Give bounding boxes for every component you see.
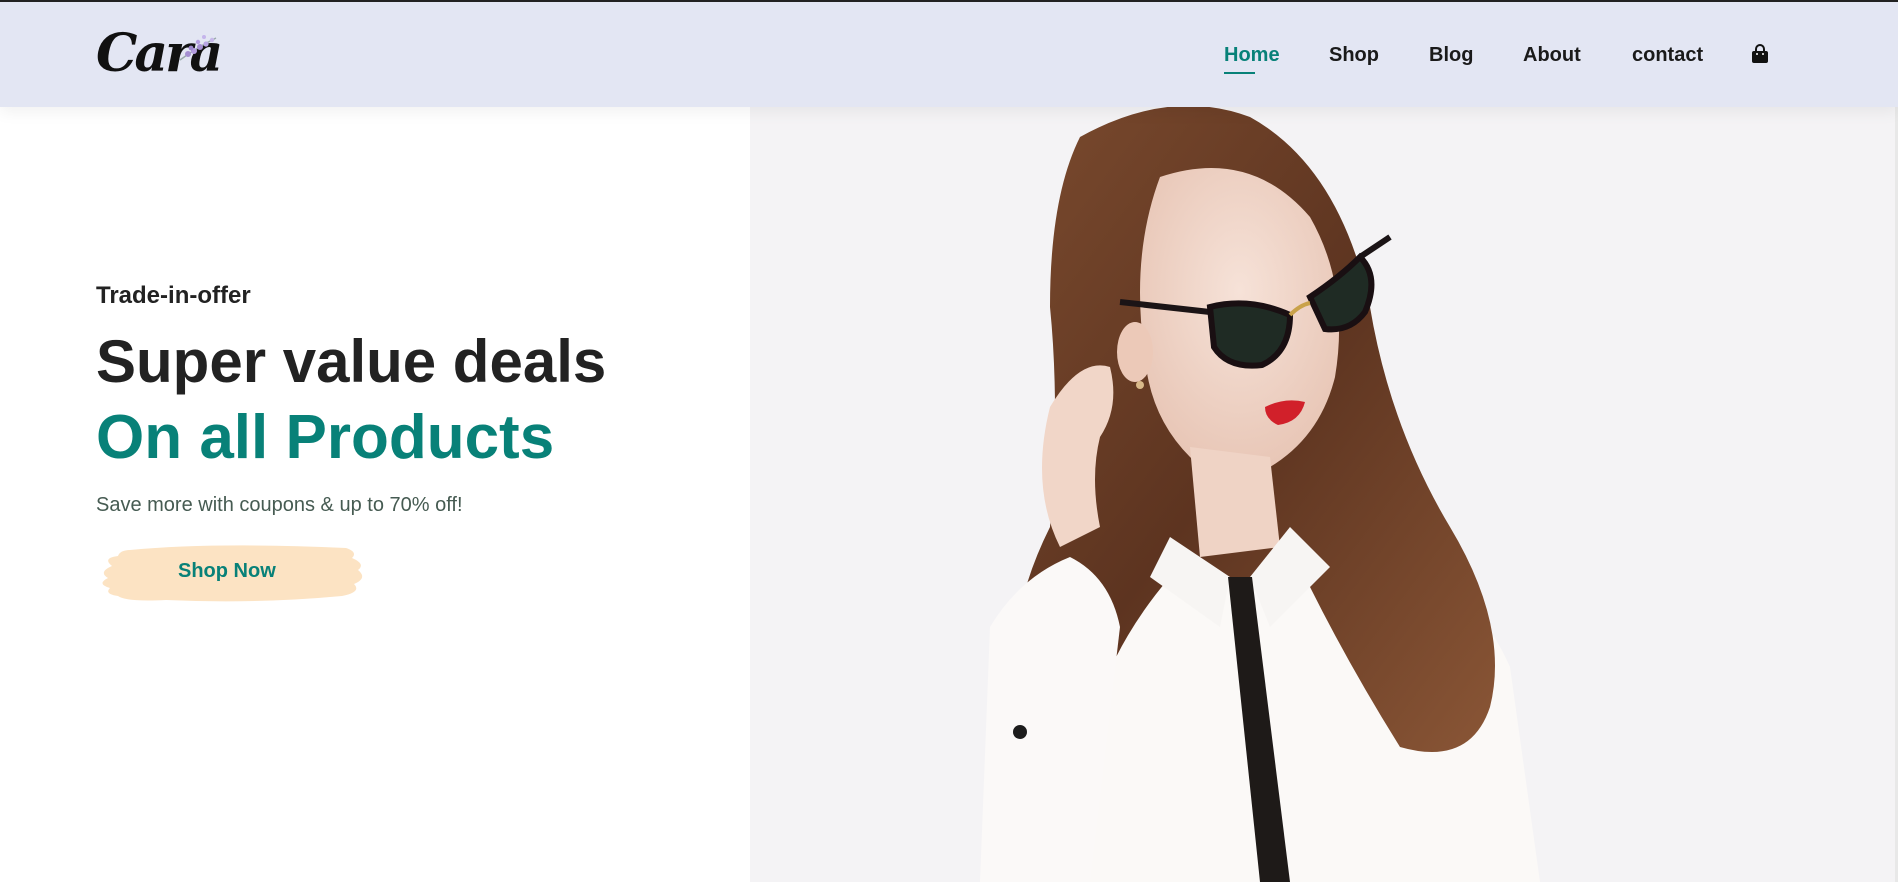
active-underline [1224, 72, 1255, 74]
hero-heading: Super value deals [96, 328, 607, 395]
nav-about[interactable]: About [1523, 44, 1581, 67]
hero-image [750, 107, 1898, 882]
nav-home[interactable]: Home [1224, 44, 1280, 74]
nav-home-label: Home [1224, 44, 1280, 66]
hero-highlight: On all Products [96, 403, 555, 472]
nav-contact[interactable]: contact [1632, 44, 1703, 67]
shop-now-label: Shop Now [178, 560, 276, 582]
hero-description: Save more with coupons & up to 70% off! [96, 494, 463, 516]
nav-shop[interactable]: Shop [1329, 44, 1379, 67]
hero-subtitle: Trade-in-offer [96, 282, 251, 309]
model-photo [750, 107, 1898, 882]
shopping-bag-icon[interactable] [1750, 44, 1770, 64]
brand-logo[interactable]: Cara [96, 26, 226, 82]
site-header: Cara Home Shop Blog About contact [0, 0, 1898, 107]
nav-blog[interactable]: Blog [1429, 44, 1473, 67]
shop-now-button[interactable]: Shop Now [96, 544, 366, 604]
lavender-icon [179, 35, 217, 61]
